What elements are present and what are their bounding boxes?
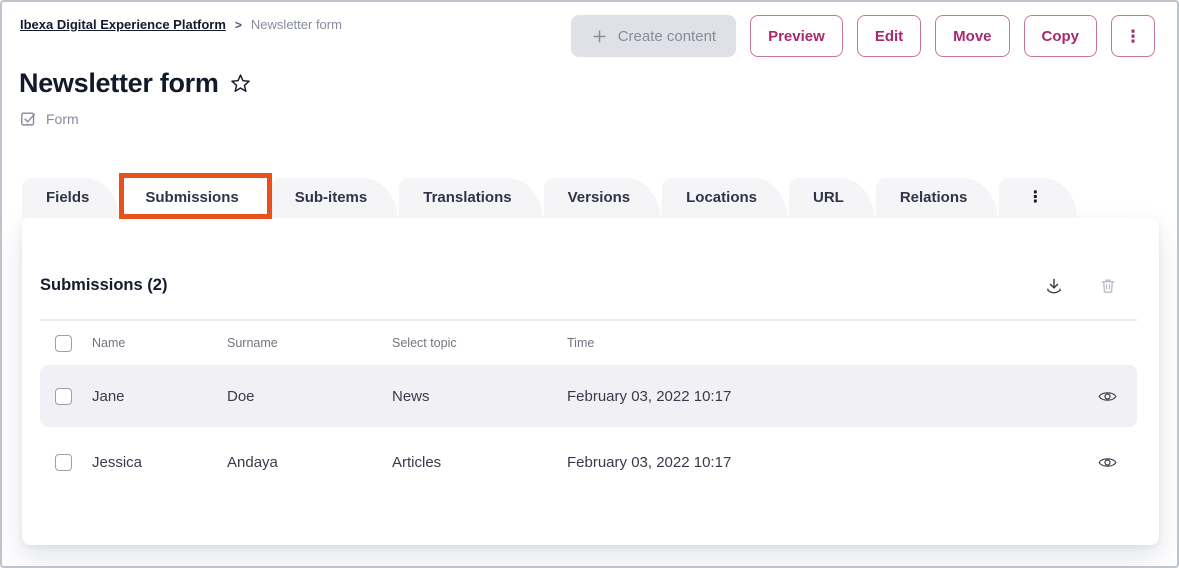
- move-button[interactable]: Move: [935, 15, 1009, 57]
- content-type-badge: Form: [20, 110, 79, 127]
- cell-time: February 03, 2022 10:17: [567, 454, 1081, 471]
- cell-surname: Andaya: [227, 454, 392, 471]
- breadcrumb-current: Newsletter form: [251, 17, 342, 32]
- create-content-label: Create content: [618, 28, 716, 45]
- cell-name: Jessica: [92, 454, 227, 471]
- more-tabs-icon: ⋮: [1027, 187, 1043, 207]
- content-type-label: Form: [46, 111, 79, 127]
- download-icon: [1045, 277, 1063, 295]
- more-actions-button[interactable]: ⋮: [1111, 15, 1155, 57]
- page-title-row: Newsletter form: [19, 68, 252, 99]
- table-header-row: Name Surname Select topic Time: [40, 321, 1137, 365]
- submissions-table: Name Surname Select topic Time Jane Doe …: [22, 321, 1159, 493]
- action-bar: Create content Preview Edit Move Copy ⋮: [571, 15, 1155, 57]
- form-type-icon: [20, 110, 37, 127]
- view-submission-button[interactable]: [1098, 456, 1117, 469]
- view-submission-button[interactable]: [1098, 390, 1117, 403]
- tab-more[interactable]: ⋮: [999, 178, 1077, 218]
- select-all-checkbox[interactable]: [55, 335, 72, 352]
- edit-button[interactable]: Edit: [857, 15, 921, 57]
- page-title: Newsletter form: [19, 68, 219, 99]
- tab-sub-items[interactable]: Sub-items: [271, 178, 398, 218]
- star-icon: [229, 72, 252, 95]
- download-submissions-button[interactable]: [1045, 277, 1063, 295]
- breadcrumb: Ibexa Digital Experience Platform > News…: [20, 17, 342, 32]
- eye-icon: [1098, 390, 1117, 403]
- cell-surname: Doe: [227, 388, 392, 405]
- tab-locations[interactable]: Locations: [662, 178, 787, 218]
- tab-submissions-label: Submissions: [145, 189, 238, 206]
- tab-versions[interactable]: Versions: [544, 178, 661, 218]
- row-checkbox[interactable]: [55, 388, 72, 405]
- ibexa-content-view: Ibexa Digital Experience Platform > News…: [0, 0, 1179, 568]
- tab-bar: Fields Submissions Sub-items Translation…: [22, 178, 1079, 218]
- preview-button[interactable]: Preview: [750, 15, 843, 57]
- cell-name: Jane: [92, 388, 227, 405]
- plus-icon: [591, 28, 608, 45]
- more-actions-icon: ⋮: [1125, 28, 1142, 45]
- eye-icon: [1098, 456, 1117, 469]
- tab-submissions[interactable]: Submissions: [121, 178, 268, 218]
- cell-topic: Articles: [392, 454, 567, 471]
- column-header-surname: Surname: [227, 336, 392, 350]
- panel-header: Submissions (2): [22, 218, 1159, 295]
- table-row[interactable]: Jessica Andaya Articles February 03, 202…: [40, 431, 1137, 493]
- copy-button[interactable]: Copy: [1024, 15, 1098, 57]
- trash-icon: [1099, 277, 1117, 295]
- submissions-panel: Submissions (2): [22, 218, 1159, 545]
- submissions-count-heading: Submissions (2): [40, 276, 167, 295]
- delete-submissions-button[interactable]: [1099, 277, 1117, 295]
- cell-time: February 03, 2022 10:17: [567, 388, 1081, 405]
- row-checkbox[interactable]: [55, 454, 72, 471]
- create-content-button[interactable]: Create content: [571, 15, 736, 57]
- panel-toolbar: [1045, 277, 1117, 295]
- column-header-time: Time: [567, 336, 1081, 350]
- bookmark-button[interactable]: [229, 72, 252, 95]
- tab-relations[interactable]: Relations: [876, 178, 998, 218]
- column-header-name: Name: [92, 336, 227, 350]
- column-header-topic: Select topic: [392, 336, 567, 350]
- breadcrumb-root-link[interactable]: Ibexa Digital Experience Platform: [20, 17, 226, 32]
- tab-translations[interactable]: Translations: [399, 178, 541, 218]
- breadcrumb-separator: >: [235, 18, 242, 32]
- tab-url[interactable]: URL: [789, 178, 874, 218]
- cell-topic: News: [392, 388, 567, 405]
- table-row[interactable]: Jane Doe News February 03, 2022 10:17: [40, 365, 1137, 427]
- tab-fields[interactable]: Fields: [22, 178, 119, 218]
